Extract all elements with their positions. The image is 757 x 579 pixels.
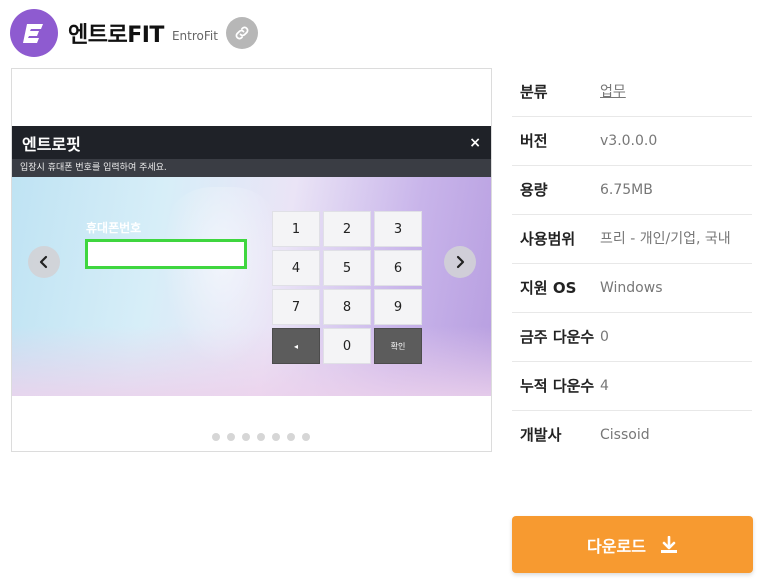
app-info-table: 분류 업무 버전 v3.0.0.0 용량 6.75MB 사용범위 프리 - 개인… xyxy=(512,68,752,459)
info-key: 버전 xyxy=(520,132,548,150)
gallery-dot[interactable] xyxy=(257,433,265,441)
phone-number-input xyxy=(85,239,247,269)
info-value: Cissoid xyxy=(600,427,650,443)
app-screenshot: 엔트로핏 × 입장시 휴대폰 번호를 입력하여 주세요. 휴대폰번호 1 2 3… xyxy=(12,126,491,396)
download-button-label: 다운로드 xyxy=(587,536,646,556)
category-link[interactable]: 업무 xyxy=(600,80,752,104)
info-value: 0 xyxy=(600,329,609,345)
info-value: v3.0.0.0 xyxy=(600,133,658,149)
keypad-key-5: 5 xyxy=(323,250,371,286)
phone-number-label: 휴대폰번호 xyxy=(86,221,142,235)
gallery-dot[interactable] xyxy=(212,433,220,441)
info-row-os: 지원 OS Windows xyxy=(512,264,752,313)
info-value: 프리 - 개인/기업, 국내 xyxy=(600,231,731,247)
info-row-license: 사용범위 프리 - 개인/기업, 국내 xyxy=(512,215,752,264)
keypad-key-8: 8 xyxy=(323,289,371,325)
gallery-dot[interactable] xyxy=(272,433,280,441)
gallery-dot[interactable] xyxy=(242,433,250,441)
gallery-dot[interactable] xyxy=(302,433,310,441)
info-key: 누적 다운수 xyxy=(520,377,595,395)
info-row-total-downloads: 누적 다운수 4 xyxy=(512,362,752,411)
info-value: Windows xyxy=(600,280,663,296)
screenshot-window-title: 엔트로핏 xyxy=(22,134,81,154)
screenshot-body: 휴대폰번호 1 2 3 4 5 6 7 8 9 ◂ 0 확인 xyxy=(12,177,491,396)
info-key: 지원 OS xyxy=(520,279,577,297)
keypad-key-4: 4 xyxy=(272,250,320,286)
info-key: 금주 다운수 xyxy=(520,328,595,346)
gallery-dot[interactable] xyxy=(227,433,235,441)
chevron-right-icon xyxy=(456,255,465,269)
keypad-key-3: 3 xyxy=(374,211,422,247)
info-key: 분류 xyxy=(520,83,548,101)
download-icon xyxy=(660,535,678,554)
info-value: 6.75MB xyxy=(600,182,653,198)
info-row-weekly-downloads: 금주 다운수 0 xyxy=(512,313,752,362)
keypad-key-6: 6 xyxy=(374,250,422,286)
keypad-confirm-key: 확인 xyxy=(374,328,422,364)
info-key: 용량 xyxy=(520,181,548,199)
copy-link-button[interactable] xyxy=(225,17,258,49)
info-key: 사용범위 xyxy=(520,230,576,248)
keypad-backspace-key: ◂ xyxy=(272,328,320,364)
app-subtitle: EntroFit xyxy=(171,29,218,43)
keypad-key-0: 0 xyxy=(323,328,371,364)
entrofit-logo-icon xyxy=(23,24,43,43)
gallery-next-button[interactable] xyxy=(444,246,476,278)
screenshot-gallery: 엔트로핏 × 입장시 휴대폰 번호를 입력하여 주세요. 휴대폰번호 1 2 3… xyxy=(11,68,492,452)
info-row-size: 용량 6.75MB xyxy=(512,166,752,215)
info-row-category: 분류 업무 xyxy=(512,68,752,117)
keypad-key-1: 1 xyxy=(272,211,320,247)
app-title: 엔트로FIT xyxy=(68,23,164,48)
info-key: 개발사 xyxy=(520,426,562,444)
screenshot-instruction: 입장시 휴대폰 번호를 입력하여 주세요. xyxy=(12,159,491,177)
info-row-developer: 개발사 Cissoid xyxy=(512,411,752,459)
chevron-left-icon xyxy=(39,255,48,269)
gallery-pagination xyxy=(212,433,310,441)
app-header: 엔트로FIT EntroFit xyxy=(10,8,258,58)
number-keypad: 1 2 3 4 5 6 7 8 9 ◂ 0 확인 xyxy=(272,211,423,364)
gallery-dot[interactable] xyxy=(287,433,295,441)
keypad-key-2: 2 xyxy=(323,211,371,247)
keypad-key-9: 9 xyxy=(374,289,422,325)
info-value: 4 xyxy=(600,378,609,394)
info-row-version: 버전 v3.0.0.0 xyxy=(512,117,752,166)
screenshot-titlebar: 엔트로핏 × xyxy=(12,126,491,159)
runner-background-image xyxy=(162,187,282,367)
screenshot-close-icon: × xyxy=(469,134,481,151)
link-icon xyxy=(235,26,249,40)
download-button[interactable]: 다운로드 xyxy=(512,516,753,573)
keypad-key-7: 7 xyxy=(272,289,320,325)
app-logo xyxy=(10,9,58,57)
gallery-prev-button[interactable] xyxy=(28,246,60,278)
